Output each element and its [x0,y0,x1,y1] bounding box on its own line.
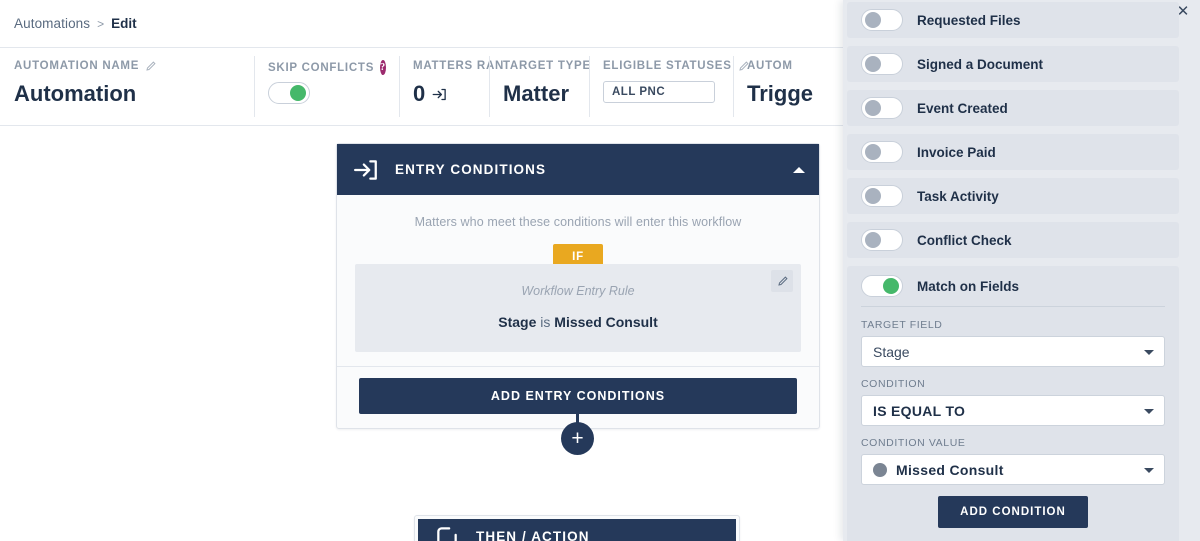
stat-eligible-statuses-label-text: ELIGIBLE STATUSES [603,60,732,72]
toggle-knob [865,12,881,28]
entry-conditions-card-header[interactable]: ENTRY CONDITIONS [337,144,819,195]
skip-conflicts-toggle[interactable] [268,82,310,104]
target-field-label: TARGET FIELD [861,319,943,331]
match-condition-form: TARGET FIELD Stage CONDITION IS EQUAL TO… [861,319,1165,528]
match-on-fields-toggle[interactable] [861,275,903,297]
condition-value-value: Missed Consult [896,461,1004,478]
next-step-card-title: THEN / ACTION [476,529,590,541]
chevron-down-icon [1144,349,1154,355]
trigger-list: Requested Files Signed a Document Event … [847,2,1179,258]
entry-rule-box[interactable]: Workflow Entry Rule Stage is Missed Cons… [355,264,801,352]
toggle-knob [865,188,881,204]
toggle-knob [883,278,899,294]
stat-matters-ran-label: MATTERS RAN [413,60,505,72]
stat-automation-name-label: AUTOMATION NAME [14,60,236,72]
trigger-label: Requested Files [917,12,1021,28]
trigger-settings-scroll[interactable]: Requested Files Signed a Document Event … [843,0,1200,541]
next-step-card[interactable]: THEN / ACTION [414,515,740,541]
add-step-button[interactable]: + [561,422,594,455]
breadcrumb-current: Edit [111,16,137,31]
stat-matters-ran: MATTERS RAN 0 [399,48,505,125]
entry-rule-field: Stage [498,314,537,330]
breadcrumb-separator: > [97,16,105,31]
entry-rule-value: Missed Consult [554,314,658,330]
stat-eligible-statuses-label: ELIGIBLE STATUSES [603,60,749,72]
toggle-knob [865,232,881,248]
chevron-up-icon[interactable] [793,166,805,173]
stat-target-type: TARGET TYPE Matter [489,48,591,125]
trigger-toggle[interactable] [861,185,903,207]
stat-automation-trigger-label: AUTOM [747,60,793,72]
status-dot-icon [873,462,887,477]
trigger-row-signed-a-document[interactable]: Signed a Document [847,46,1179,82]
stat-automation-name-value: Automation [14,81,137,106]
trigger-row-invoice-paid[interactable]: Invoice Paid [847,134,1179,170]
add-condition-button[interactable]: ADD CONDITION [938,496,1088,528]
breadcrumb-automations-link[interactable]: Automations [14,16,90,31]
stat-target-type-label: TARGET TYPE [503,60,591,72]
trigger-row-task-activity[interactable]: Task Activity [847,178,1179,214]
stat-eligible-statuses: ELIGIBLE STATUSES ALL PNC [589,48,749,125]
stat-automation-trigger-value: Trigge [747,81,814,106]
toggle-knob [290,85,306,101]
stat-matters-ran-value: 0 [413,81,426,106]
stat-skip-conflicts-label: SKIP CONFLICTS ? [268,60,386,75]
trigger-toggle[interactable] [861,141,903,163]
target-field-value: Stage [873,343,910,360]
match-on-fields-header[interactable]: Match on Fields [861,275,1165,306]
trigger-row-conflict-check[interactable]: Conflict Check [847,222,1179,258]
trigger-toggle[interactable] [861,9,903,31]
trigger-label: Invoice Paid [917,144,996,160]
enter-arrow-icon [432,87,447,102]
stat-matters-ran-value-wrap: 0 [413,81,471,107]
trigger-toggle[interactable] [861,97,903,119]
trigger-row-event-created[interactable]: Event Created [847,90,1179,126]
match-on-fields-block: Match on Fields TARGET FIELD Stage CONDI… [847,266,1179,541]
status-badge: ALL PNC [603,81,715,103]
toggle-knob [865,144,881,160]
condition-value-label: CONDITION VALUE [861,437,966,449]
pencil-icon[interactable] [771,270,793,292]
toggle-knob [865,56,881,72]
pencil-icon[interactable] [145,60,156,72]
match-on-fields-label: Match on Fields [917,278,1020,294]
automation-editor-page: Automations > Edit AUTOMATION NAME Autom… [0,0,1200,541]
trigger-label: Signed a Document [917,56,1044,72]
target-field-select[interactable]: Stage [861,336,1165,367]
stat-automation-name-label-text: AUTOMATION NAME [14,60,140,72]
next-step-card-header: THEN / ACTION [418,519,736,541]
entry-rule-name: Workflow Entry Rule [521,284,635,298]
enter-arrow-icon [353,157,379,183]
chevron-down-icon [1144,467,1154,473]
trigger-settings-panel: ✕ Requested Files Signed a Document Even… [843,0,1200,541]
trigger-toggle[interactable] [861,53,903,75]
stat-automation-name: AUTOMATION NAME Automation [0,48,254,125]
entry-conditions-subtitle: Matters who meet these conditions will e… [414,215,742,229]
entry-conditions-card: ENTRY CONDITIONS Matters who meet these … [336,143,820,429]
divider [861,306,1165,307]
entry-rule-text: Stage is Missed Consult [371,314,785,330]
trigger-row-requested-files[interactable]: Requested Files [847,2,1179,38]
condition-value: IS EQUAL TO [873,402,966,419]
help-circle-icon[interactable]: ? [380,60,386,75]
trigger-toggle[interactable] [861,229,903,251]
entry-conditions-title: ENTRY CONDITIONS [395,162,547,177]
stat-target-type-value: Matter [503,81,570,106]
condition-select[interactable]: IS EQUAL TO [861,395,1165,426]
entry-conditions-body: Matters who meet these conditions will e… [337,195,819,366]
chevron-down-icon [1144,408,1154,414]
action-icon [434,524,460,541]
toggle-knob [865,100,881,116]
entry-rule-operator: is [540,314,551,330]
trigger-label: Task Activity [917,188,999,204]
stat-skip-conflicts-label-text: SKIP CONFLICTS [268,61,375,74]
condition-label: CONDITION [861,378,926,390]
condition-value-select[interactable]: Missed Consult [861,454,1165,485]
trigger-label: Conflict Check [917,232,1012,248]
trigger-label: Event Created [917,100,1008,116]
stat-skip-conflicts: SKIP CONFLICTS ? [254,48,399,125]
